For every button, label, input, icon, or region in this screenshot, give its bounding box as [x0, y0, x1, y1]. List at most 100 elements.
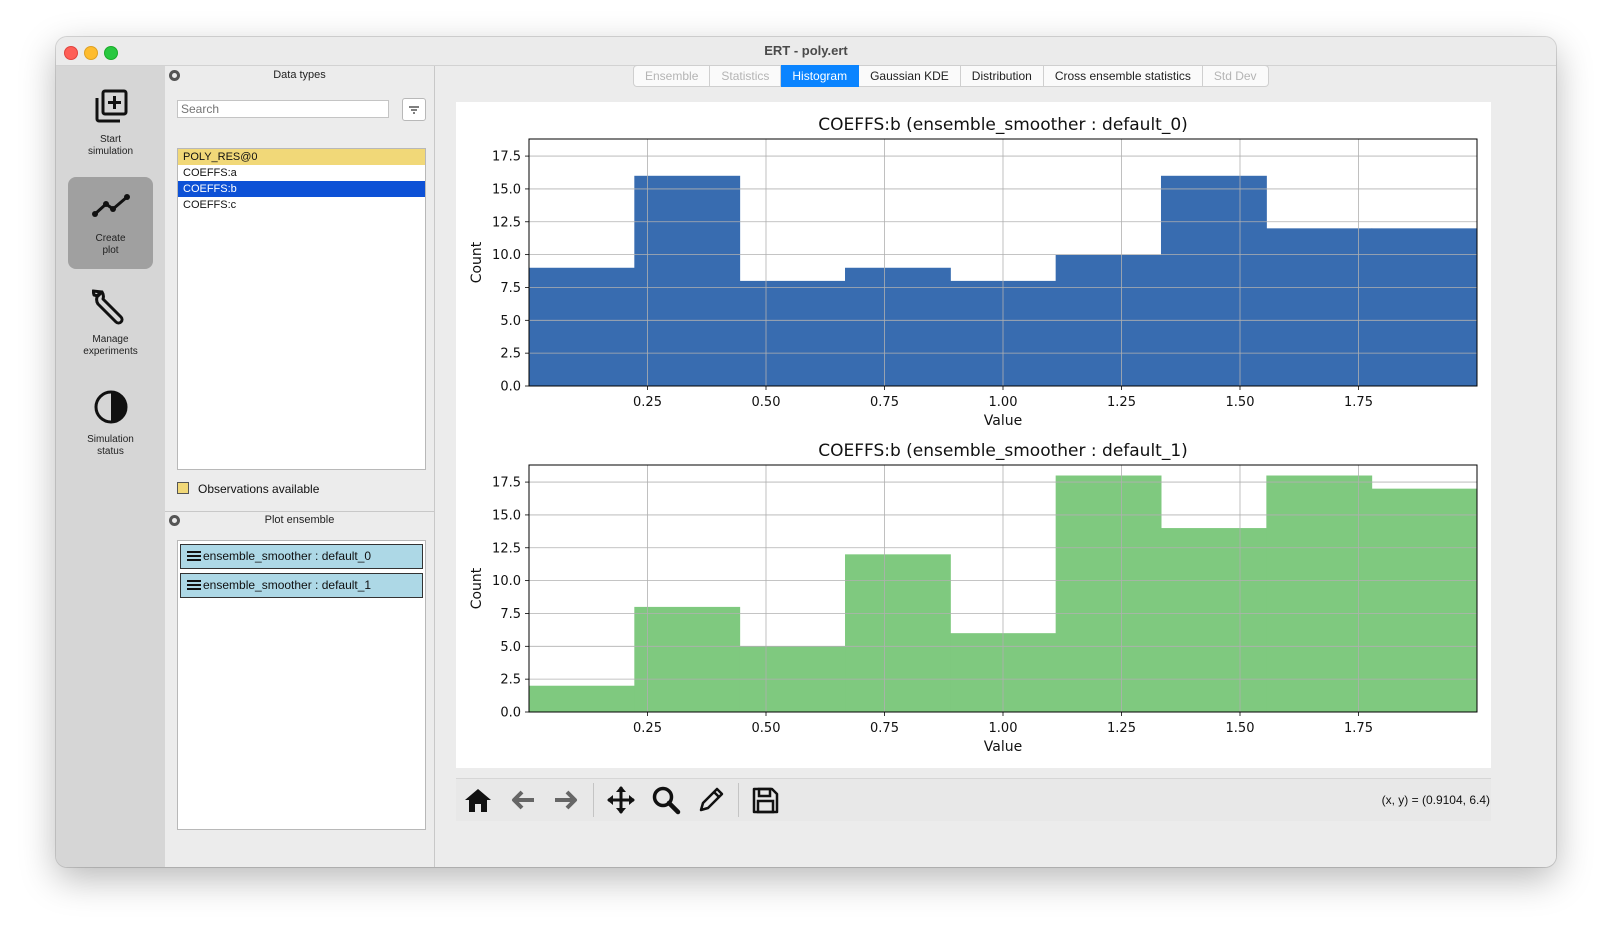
- y-tick-label: 10.0: [492, 248, 521, 263]
- y-tick-label: 0.0: [500, 706, 521, 721]
- drag-handle-icon[interactable]: [187, 580, 201, 591]
- save-icon: [752, 787, 779, 814]
- histogram-bar: [1160, 528, 1267, 712]
- ensemble-item[interactable]: ensemble_smoother : default_1: [180, 573, 423, 598]
- histogram-bar: [529, 267, 635, 386]
- search-input[interactable]: [177, 100, 389, 118]
- tab-statistics[interactable]: Statistics: [710, 65, 782, 87]
- histogram-bar: [845, 267, 951, 386]
- sidebar-item-start-simulation[interactable]: Start simulation: [68, 78, 153, 170]
- y-tick-label: 10.0: [492, 574, 521, 589]
- plot-canvas[interactable]: 0.0 2.5 5.0 7.5 10.0 12.5 15.0 17.5 0.25 0.50 0.75…: [456, 102, 1491, 768]
- x-axis-label: Value: [984, 413, 1022, 429]
- filter-icon: [409, 106, 419, 114]
- tab-cross-ensemble-statistics[interactable]: Cross ensemble statistics: [1043, 65, 1203, 87]
- x-tick-label: 1.75: [1344, 395, 1373, 410]
- forward-button[interactable]: [551, 785, 581, 815]
- plot-ensemble-title: Plot ensemble: [165, 511, 434, 529]
- sidebar-item-label: Manage experiments: [83, 334, 138, 357]
- list-item[interactable]: COEFFS:b: [178, 181, 425, 197]
- x-tick-label: 1.00: [989, 395, 1018, 410]
- histogram-bar: [634, 606, 741, 712]
- y-tick-label: 7.5: [500, 281, 521, 296]
- x-tick-label: 0.25: [633, 721, 662, 736]
- observations-legend: Observations available: [177, 482, 319, 496]
- back-button[interactable]: [508, 785, 538, 815]
- list-item[interactable]: POLY_RES@0: [178, 149, 425, 165]
- histogram-bar: [634, 175, 741, 386]
- y-tick-label: 17.5: [492, 150, 521, 165]
- y-tick-label: 2.5: [500, 347, 521, 362]
- home-button[interactable]: [463, 785, 493, 815]
- float-dock-icon[interactable]: [169, 515, 180, 526]
- y-tick-label: 12.5: [492, 215, 521, 230]
- observations-label: Observations available: [198, 482, 320, 496]
- plot-tabs: Ensemble Statistics Histogram Gaussian K…: [633, 65, 1269, 87]
- y-tick-label: 7.5: [500, 607, 521, 622]
- tab-histogram[interactable]: Histogram: [781, 65, 860, 87]
- ensemble-label: ensemble_smoother : default_0: [203, 549, 372, 563]
- pan-button[interactable]: [606, 785, 636, 815]
- float-dock-icon[interactable]: [169, 70, 180, 81]
- chart-title: COEFFS:b (ensemble_smoother : default_0): [818, 115, 1188, 135]
- histogram-figure[interactable]: 0.0 2.5 5.0 7.5 10.0 12.5 15.0 17.5 0.25 0.50 0.75…: [456, 102, 1491, 768]
- y-tick-label: 12.5: [492, 541, 521, 556]
- observation-swatch: [177, 482, 189, 494]
- histogram-bar: [1371, 228, 1478, 386]
- y-tick-label: 15.0: [492, 508, 521, 523]
- tab-ensemble[interactable]: Ensemble: [633, 65, 711, 87]
- x-tick-label: 1.50: [1226, 395, 1255, 410]
- tab-std-dev[interactable]: Std Dev: [1202, 65, 1269, 87]
- sidebar-item-create-plot[interactable]: Create plot: [68, 177, 153, 269]
- y-tick-label: 15.0: [492, 182, 521, 197]
- x-tick-label: 0.25: [633, 395, 662, 410]
- line-chart-icon: [92, 194, 130, 217]
- half-circle-icon: [94, 390, 128, 424]
- histogram-bar: [1266, 475, 1373, 712]
- tab-distribution[interactable]: Distribution: [960, 65, 1044, 87]
- histogram-bar: [1371, 488, 1478, 712]
- list-item[interactable]: COEFFS:c: [178, 197, 425, 213]
- data-types-list: POLY_RES@0 COEFFS:a COEFFS:b COEFFS:c: [177, 148, 426, 470]
- pan-icon: [607, 786, 635, 814]
- y-tick-label: 2.5: [500, 673, 521, 688]
- y-axis-label: Count: [469, 241, 485, 283]
- ensemble-item[interactable]: ensemble_smoother : default_0: [180, 544, 423, 569]
- x-tick-label: 0.50: [752, 395, 781, 410]
- sidebar-item-manage-experiments[interactable]: Manage experiments: [68, 278, 153, 370]
- edit-icon: [699, 787, 724, 812]
- chart-title: COEFFS:b (ensemble_smoother : default_1): [818, 441, 1188, 461]
- histogram-subplot: 0.0 2.5 5.0 7.5 10.0 12.5 15.0 17.5 0.25 0.50 0.75…: [469, 441, 1478, 755]
- back-arrow-icon: [512, 790, 534, 810]
- histogram-bar: [1160, 175, 1267, 386]
- sidebar-item-label: Start simulation: [87, 134, 134, 157]
- sidebar-item-label: Create plot: [95, 233, 126, 256]
- sidebar-item-simulation-status[interactable]: Simulation status: [68, 378, 153, 470]
- x-tick-label: 1.25: [1107, 721, 1136, 736]
- filter-button[interactable]: [402, 98, 426, 121]
- data-types-title: Data types: [165, 67, 434, 84]
- histogram-bar: [1266, 228, 1373, 386]
- histogram-bar: [1055, 475, 1162, 712]
- x-tick-label: 0.50: [752, 721, 781, 736]
- edit-button[interactable]: [696, 785, 726, 815]
- sidebar-item-label: Simulation status: [87, 434, 134, 457]
- histogram-bar: [529, 685, 635, 712]
- panel-title: Plot ensemble: [264, 514, 335, 526]
- y-tick-label: 5.0: [500, 640, 521, 655]
- zoom-button[interactable]: [651, 785, 681, 815]
- list-item[interactable]: COEFFS:a: [178, 165, 425, 181]
- y-tick-label: 0.0: [500, 380, 521, 395]
- data-types-panel: Data types POLY_RES@0 COEFFS:a COEFFS:b …: [165, 66, 435, 867]
- panel-title: Data types: [273, 69, 326, 81]
- histogram-bar: [739, 280, 846, 386]
- x-tick-label: 1.25: [1107, 395, 1136, 410]
- zoom-icon: [652, 786, 681, 815]
- y-tick-label: 5.0: [500, 314, 521, 329]
- add-box-icon: [95, 89, 128, 123]
- drag-handle-icon[interactable]: [187, 551, 201, 562]
- tab-gaussian-kde[interactable]: Gaussian KDE: [859, 65, 961, 87]
- wrench-icon: [92, 289, 124, 325]
- x-tick-label: 1.50: [1226, 721, 1255, 736]
- save-button[interactable]: [750, 785, 780, 815]
